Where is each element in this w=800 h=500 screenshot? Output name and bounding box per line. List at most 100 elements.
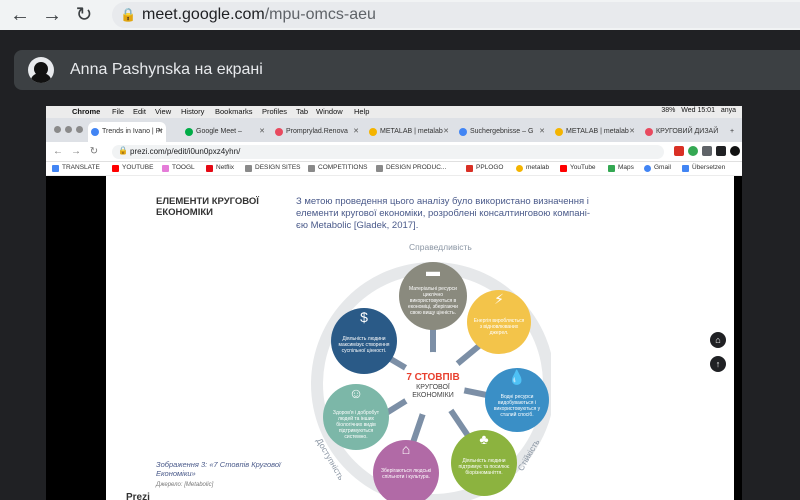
tab-promprylad[interactable]: Promprylad.Renova ✕ (272, 122, 362, 142)
tab-favicon (645, 128, 653, 136)
tab-google-meet[interactable]: Google Meet – ✕ (182, 122, 268, 142)
tab-label: Google Meet – (196, 128, 242, 135)
coins-icon: $ (360, 309, 368, 325)
tab-suchergebnisse[interactable]: Suchergebnisse – G ✕ (456, 122, 548, 142)
extension-icon[interactable] (688, 146, 698, 156)
inner-address-bar[interactable]: 🔒 prezi.com/p/edit/i0un0pxz4yhn/ (112, 145, 664, 159)
menu-view[interactable]: View (155, 107, 171, 116)
close-icon[interactable]: ✕ (629, 122, 635, 142)
mac-menu-bar: Chrome File Edit View History Bookmarks … (46, 106, 742, 118)
menu-tab[interactable]: Tab (296, 107, 308, 116)
bookmark-item[interactable]: YOUTUBE (112, 164, 153, 172)
pillar-text: Діяльність людини підтримує та посилює б… (458, 458, 510, 476)
forward-icon[interactable]: → (70, 145, 82, 159)
slide-paragraph: З метою проведення цього аналізу було ви… (296, 196, 591, 231)
pillar-water: 💧 Водні ресурси видобуваються і використ… (485, 368, 549, 432)
close-icon[interactable]: ✕ (353, 122, 359, 142)
bookmark-item[interactable]: metalab (516, 164, 549, 172)
youtube-icon (560, 165, 567, 172)
close-icon[interactable]: ✕ (157, 122, 163, 142)
pillar-biodiversity: ♣ Діяльність людини підтримує та посилює… (451, 430, 517, 496)
arrow-up-icon[interactable]: ↑ (710, 356, 726, 372)
tab-trends[interactable]: Trends in Ivano | Pr ✕ (88, 122, 166, 142)
inner-tab-strip: Trends in Ivano | Pr ✕ Google Meet – ✕ P… (46, 118, 742, 142)
menu-profiles[interactable]: Profiles (262, 107, 287, 116)
new-tab-icon[interactable]: + (730, 122, 742, 142)
bookmark-label: Übersetzen (692, 164, 726, 171)
prezi-logo: Prezi (126, 492, 150, 500)
presenter-text: Anna Pashynska на екрані (70, 61, 263, 78)
bookmark-icon (466, 165, 473, 172)
tab-metalab-2[interactable]: METALAB | metalab ✕ (552, 122, 638, 142)
extension-icon[interactable] (674, 146, 684, 156)
lock-icon: 🔒 (118, 146, 128, 155)
tab-label: METALAB | metalab (380, 128, 443, 135)
outer-url-text: meet.google.com/mpu-omcs-aeu (142, 6, 376, 24)
clock-text: Wed 15:01 (681, 107, 715, 114)
outer-address-bar[interactable]: 🔒 meet.google.com/mpu-omcs-aeu (112, 2, 800, 28)
menu-bookmarks[interactable]: Bookmarks (215, 107, 253, 116)
menu-file[interactable]: File (112, 107, 124, 116)
zoom-window-dot[interactable] (76, 126, 83, 133)
back-icon[interactable]: ← (8, 3, 32, 27)
bookmark-item[interactable]: Übersetzen (682, 164, 726, 172)
bookmark-item[interactable]: DESIGN SITES (245, 164, 301, 172)
bookmark-item[interactable]: TOOGL (162, 164, 195, 172)
bookmark-item[interactable]: TRANSLATE (52, 164, 100, 172)
close-icon[interactable]: ✕ (259, 122, 265, 142)
trees-icon: ♣ (479, 431, 489, 447)
center-subtitle: КРУГОВОЇ ЕКОНОМІКИ (412, 384, 454, 399)
diagram-center: 7 СТОВПІВ КРУГОВОЇ ЕКОНОМІКИ (401, 352, 465, 416)
bookmark-item[interactable]: Gmail (644, 164, 671, 172)
menu-window[interactable]: Window (316, 107, 343, 116)
reload-icon[interactable]: ↻ (72, 3, 96, 27)
bookmark-label: TOOGL (172, 164, 195, 171)
bookmark-item[interactable]: DESIGN PRODUC... (376, 164, 447, 172)
pillar-text: Матеріальні ресурси циклічно використову… (408, 286, 458, 316)
inner-address-toolbar: ← → ↻ 🔒 prezi.com/p/edit/i0un0pxz4yhn/ (46, 142, 742, 162)
outer-browser-toolbar: ← → ↻ 🔒 meet.google.com/mpu-omcs-aeu (0, 0, 800, 30)
meet-presenter-banner: Anna Pashynska на екрані (14, 50, 800, 90)
bookmark-label: COMPETITIONS (318, 164, 368, 171)
menu-edit[interactable]: Edit (133, 107, 146, 116)
lock-icon: 🔒 (120, 7, 137, 22)
center-title: 7 СТОВПІВ (406, 372, 460, 383)
profile-icon[interactable] (730, 146, 740, 156)
tab-label: Trends in Ivano | Pr (102, 128, 163, 135)
back-icon[interactable]: ← (52, 145, 64, 159)
bookmark-item[interactable]: Netflix (206, 164, 235, 172)
minimize-window-dot[interactable] (65, 126, 72, 133)
bookmark-item[interactable]: YouTube (560, 164, 596, 172)
maps-icon (608, 165, 615, 172)
menu-history[interactable]: History (181, 107, 204, 116)
close-icon[interactable]: ✕ (443, 122, 449, 142)
pillar-text: Зберігаються людські спільноти і культур… (380, 468, 431, 480)
bookmark-item[interactable]: PPLOGO (466, 164, 503, 172)
sidebar-icon[interactable] (716, 146, 726, 156)
bookmark-label: Netflix (216, 164, 235, 171)
bookmark-item[interactable]: COMPETITIONS (308, 164, 368, 172)
url-host: meet.google.com (142, 6, 265, 23)
forward-icon[interactable]: → (40, 3, 64, 27)
tab-kruhovyi[interactable]: КРУГОВИЙ ДИЗАЙ (642, 122, 728, 142)
home-icon[interactable]: ⌂ (710, 332, 726, 348)
bookmark-label: DESIGN PRODUC... (386, 164, 447, 171)
bookmark-item[interactable]: Maps (608, 164, 634, 172)
inner-url-text: prezi.com/p/edit/i0un0pxz4yhn/ (130, 147, 241, 156)
close-icon[interactable]: ✕ (539, 122, 545, 142)
materials-icon: ▬ (426, 263, 440, 279)
tab-label: Suchergebnisse – G (470, 128, 534, 135)
pillar-health: ☺ Здоров'я і добробут людей та інших біо… (323, 384, 389, 450)
menu-help[interactable]: Help (354, 107, 369, 116)
close-window-dot[interactable] (54, 126, 61, 133)
pillar-text: Діяльність людини максимізує створення с… (338, 336, 390, 354)
url-path: /mpu-omcs-aeu (264, 6, 376, 23)
folder-icon (308, 165, 315, 172)
bookmark-label: Maps (618, 164, 634, 171)
puzzle-icon[interactable] (702, 146, 712, 156)
lightning-icon: ⚡ (494, 291, 504, 307)
reload-icon[interactable]: ↻ (88, 145, 100, 159)
tab-metalab-1[interactable]: METALAB | metalab ✕ (366, 122, 452, 142)
bookmark-label: TRANSLATE (62, 164, 100, 171)
menu-chrome[interactable]: Chrome (72, 107, 100, 116)
